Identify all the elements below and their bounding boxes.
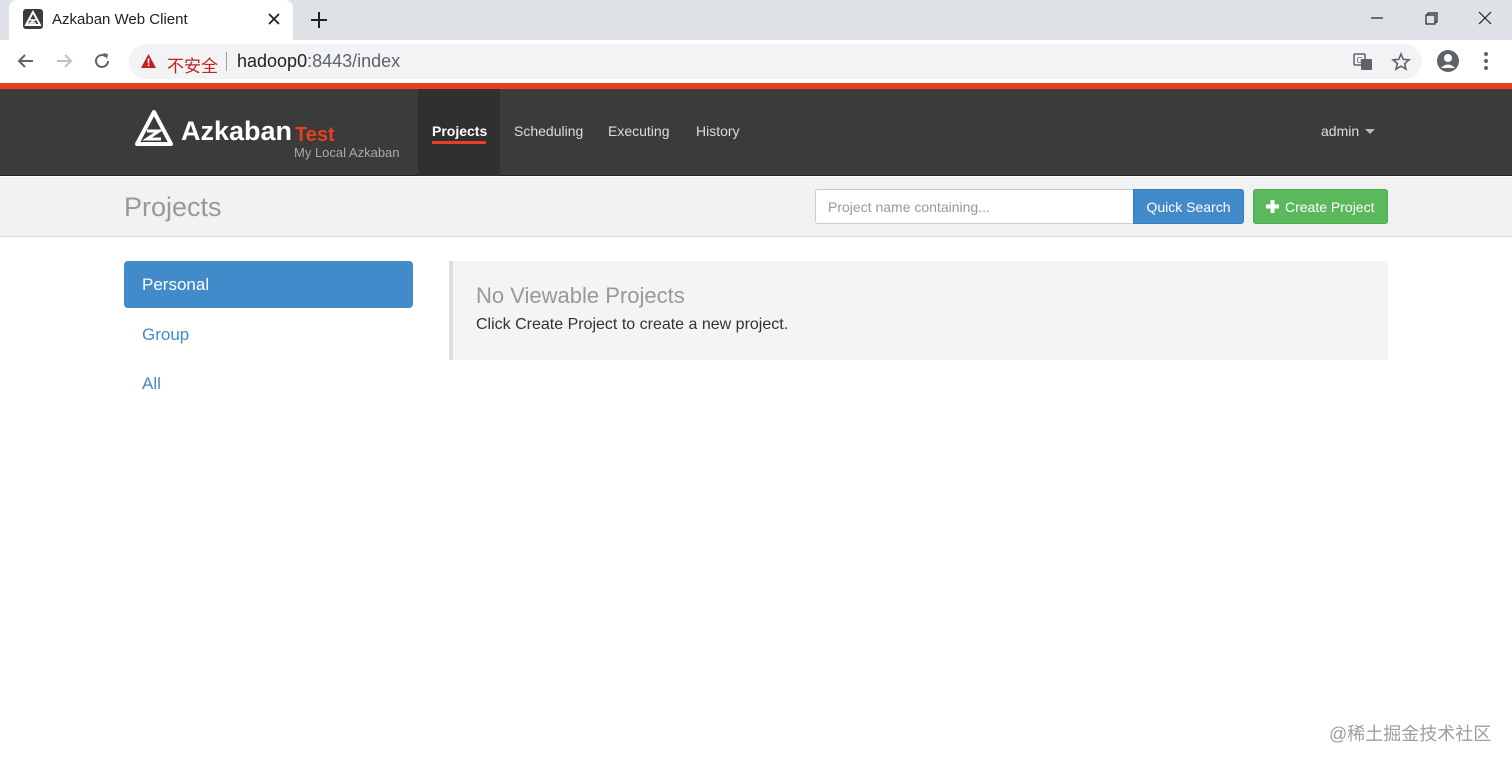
create-project-button[interactable]: Create Project bbox=[1253, 189, 1388, 224]
nav-executing[interactable]: Executing bbox=[608, 123, 669, 139]
forward-icon[interactable] bbox=[53, 50, 75, 72]
sidebar-item-all[interactable]: All bbox=[124, 360, 413, 407]
active-nav-underline bbox=[432, 141, 486, 144]
chevron-down-icon[interactable] bbox=[1365, 129, 1375, 134]
browser-menu-icon[interactable] bbox=[1476, 50, 1496, 72]
quick-search-button[interactable]: Quick Search bbox=[1133, 189, 1244, 224]
minimize-icon[interactable] bbox=[1366, 8, 1388, 28]
svg-text:G: G bbox=[1357, 56, 1363, 65]
sidebar-item-group[interactable]: Group bbox=[124, 311, 413, 358]
url-text[interactable]: hadoop0:8443/index bbox=[237, 51, 400, 72]
url-host: hadoop0 bbox=[237, 51, 308, 71]
brand-subtitle: My Local Azkaban bbox=[294, 145, 400, 160]
azkaban-favicon-icon bbox=[23, 9, 43, 29]
url-path: :8443/index bbox=[307, 51, 401, 71]
star-icon[interactable] bbox=[1391, 52, 1411, 72]
sidebar-item-personal[interactable]: Personal bbox=[124, 261, 413, 308]
back-icon[interactable] bbox=[15, 50, 37, 72]
watermark: @稀土掘金技术社区 bbox=[1329, 724, 1492, 744]
project-search-input[interactable] bbox=[815, 189, 1134, 224]
azkaban-logo-icon[interactable] bbox=[134, 109, 174, 149]
close-tab-icon[interactable] bbox=[265, 10, 283, 28]
page-title: Projects bbox=[124, 192, 222, 222]
nav-projects[interactable]: Projects bbox=[432, 123, 487, 139]
translate-icon[interactable]: G bbox=[1353, 52, 1373, 72]
close-window-icon[interactable] bbox=[1474, 8, 1496, 28]
browser-tab[interactable]: Azkaban Web Client bbox=[9, 0, 293, 40]
empty-state-message: Click Create Project to create a new pro… bbox=[476, 316, 789, 333]
brand-environment: Test bbox=[295, 124, 335, 146]
address-bar[interactable]: 不安全 hadoop0:8443/index G bbox=[129, 44, 1422, 79]
user-menu[interactable]: admin bbox=[1321, 123, 1359, 139]
top-navbar: Azkaban Test My Local Azkaban Projects S… bbox=[0, 89, 1512, 176]
security-status[interactable]: 不安全 bbox=[167, 52, 218, 77]
nav-scheduling[interactable]: Scheduling bbox=[514, 123, 583, 139]
empty-state-callout: No Viewable Projects Click Create Projec… bbox=[449, 261, 1388, 360]
omnibox-divider bbox=[226, 52, 227, 71]
reload-icon[interactable] bbox=[91, 50, 113, 72]
new-tab-icon[interactable] bbox=[309, 10, 329, 30]
browser-tabstrip: Azkaban Web Client bbox=[0, 0, 1512, 40]
plus-icon bbox=[1266, 200, 1279, 213]
tab-title: Azkaban Web Client bbox=[52, 11, 188, 28]
nav-history[interactable]: History bbox=[696, 123, 740, 139]
account-icon[interactable] bbox=[1436, 49, 1460, 73]
browser-toolbar: 不安全 hadoop0:8443/index G bbox=[0, 40, 1512, 83]
warning-icon bbox=[141, 54, 156, 68]
brand-name[interactable]: Azkaban bbox=[181, 116, 292, 147]
page-header: Projects Quick Search Create Project bbox=[0, 177, 1512, 237]
empty-state-title: No Viewable Projects bbox=[476, 283, 685, 308]
restore-icon[interactable] bbox=[1420, 8, 1442, 28]
create-project-label: Create Project bbox=[1285, 199, 1375, 215]
